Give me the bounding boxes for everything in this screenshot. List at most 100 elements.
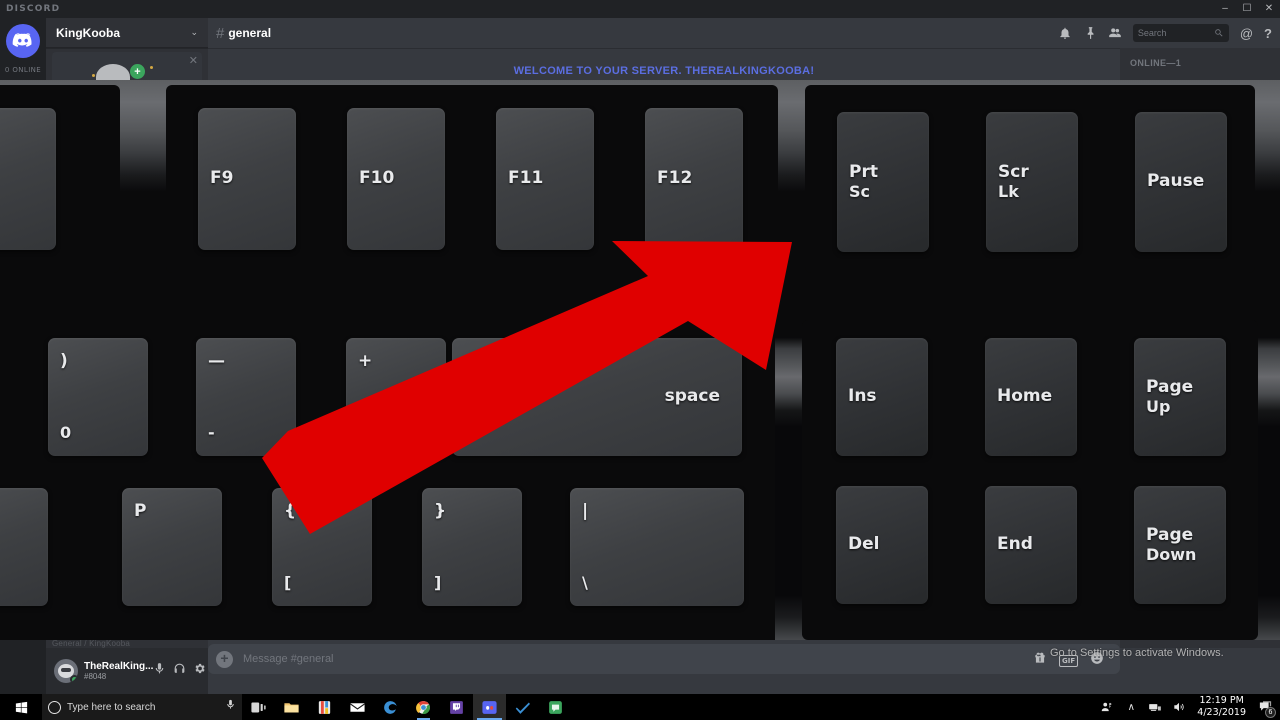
microsoft-store-icon[interactable]	[308, 694, 341, 720]
guild-header[interactable]: KingKooba ⌄	[46, 18, 208, 48]
search-icon	[1215, 29, 1223, 37]
system-tray: ∧ 12:19 PM 4/23/2019 6	[1095, 694, 1280, 720]
key-label: F12	[657, 168, 693, 189]
network-icon[interactable]	[1143, 694, 1167, 720]
maximize-button[interactable]: ☐	[1236, 0, 1258, 18]
minimize-button[interactable]: –	[1214, 0, 1236, 18]
key-sublabel: -	[208, 422, 215, 442]
action-center-button[interactable]: 6	[1252, 694, 1278, 720]
key-label: F10	[359, 168, 395, 189]
user-panel: TheRealKing... #8048	[46, 648, 208, 694]
guild-name: KingKooba	[56, 25, 120, 40]
key-f11: F11	[496, 108, 594, 250]
breadcrumb: General / KingKooba	[52, 639, 131, 648]
mentions-icon[interactable]: @	[1240, 26, 1253, 41]
pin-icon[interactable]	[1083, 26, 1097, 40]
help-icon[interactable]: ?	[1264, 26, 1272, 41]
message-input[interactable]: + Message #general	[208, 644, 1120, 674]
key-sym: | \	[570, 488, 744, 606]
key-page-down: Page Down	[1134, 486, 1226, 604]
key-o: O	[0, 488, 48, 606]
microphone-icon[interactable]	[225, 698, 236, 716]
key-sublabel: Sc	[849, 181, 871, 201]
discord-icon[interactable]	[473, 694, 506, 720]
start-button[interactable]	[0, 694, 42, 720]
key-label: Home	[997, 386, 1053, 407]
username: TheRealKing...	[84, 660, 154, 672]
key-label: Pause	[1147, 171, 1205, 192]
key-sublabel: Up	[1146, 396, 1171, 416]
mail-icon[interactable]	[341, 694, 374, 720]
twitch-icon[interactable]	[440, 694, 473, 720]
user-settings-gear-icon[interactable]	[193, 662, 206, 680]
promo-sparkle-icon	[92, 74, 95, 77]
hash-icon: #	[216, 24, 225, 42]
key-end: End	[985, 486, 1077, 604]
key-sublabel: ]	[434, 572, 442, 592]
channel-header-actions: Search @ ?	[1058, 24, 1272, 42]
key-label: P	[134, 501, 147, 521]
key-label: space	[664, 386, 720, 407]
window-titlebar: DISCORD – ☐ ✕	[0, 0, 1280, 18]
key-sublabel: 0	[60, 422, 72, 442]
people-icon[interactable]	[1095, 694, 1119, 720]
discord-home-icon[interactable]	[6, 24, 40, 58]
window-controls: – ☐ ✕	[1214, 0, 1280, 18]
key-f12: F12	[645, 108, 743, 250]
add-attachment-icon[interactable]: +	[216, 650, 233, 668]
clock-time: 12:19 PM	[1199, 695, 1244, 707]
key-sublabel: Lk	[998, 181, 1019, 201]
windows-logo-icon	[15, 701, 27, 713]
key-sublabel: =	[358, 422, 372, 442]
edge-icon[interactable]	[374, 694, 407, 720]
member-list-heading: ONLINE—1	[1130, 58, 1182, 68]
rail-online-status: 0 ONLINE	[4, 66, 42, 74]
message-composer: + Message #general GIF	[208, 644, 1120, 674]
key-p: P	[122, 488, 222, 606]
key-label: )	[60, 351, 68, 371]
discord-wordmark: DISCORD	[6, 4, 61, 14]
messaging-app-icon[interactable]	[539, 694, 572, 720]
key-label: |	[582, 501, 589, 521]
windows-taskbar: Type here to search ∧ 12:19 PM 4/23/2019…	[0, 694, 1280, 720]
deafen-headphones-icon[interactable]	[173, 662, 186, 680]
notification-badge: 6	[1265, 707, 1276, 718]
key-label: Del	[848, 534, 880, 555]
user-meta: TheRealKing... #8048	[84, 661, 153, 682]
gift-icon[interactable]	[1033, 651, 1047, 670]
show-hidden-icons-chevron[interactable]: ∧	[1119, 694, 1143, 720]
key-label: {	[284, 501, 297, 521]
keyboard-photo-overlay: F8 F9 F10 F11 F12 PrtSc ScrLk Pause Ins Home Pag…	[0, 80, 1280, 640]
mute-microphone-icon[interactable]	[153, 662, 166, 680]
key-label: Ins	[848, 386, 877, 407]
promo-close-icon[interactable]: ✕	[189, 54, 198, 67]
bell-icon[interactable]	[1058, 26, 1072, 40]
key-ins: Ins	[836, 338, 928, 456]
screen-root: DISCORD – ☐ ✕ 0 ONLINE KingKooba ⌄ ✕ + #…	[0, 0, 1280, 720]
channel-name: general	[228, 26, 272, 40]
task-view-icon[interactable]	[242, 694, 275, 720]
close-button[interactable]: ✕	[1258, 0, 1280, 18]
key-label: F11	[508, 168, 544, 189]
volume-icon[interactable]	[1167, 694, 1191, 720]
channel-header: # general Search @ ?	[208, 18, 1280, 48]
checkmark-app-icon[interactable]	[506, 694, 539, 720]
taskbar-search-box[interactable]: Type here to search	[42, 694, 242, 720]
key-label: Prt	[849, 162, 878, 183]
file-explorer-icon[interactable]	[275, 694, 308, 720]
search-input[interactable]: Search	[1132, 24, 1229, 42]
key-page-up: Page Up	[1134, 338, 1226, 456]
cortana-icon	[48, 700, 61, 714]
avatar[interactable]	[54, 659, 78, 683]
taskbar-clock[interactable]: 12:19 PM 4/23/2019	[1191, 695, 1252, 719]
key-label: —	[208, 351, 225, 371]
key-home: Home	[985, 338, 1077, 456]
members-icon[interactable]	[1108, 26, 1122, 40]
key-pause: Pause	[1135, 112, 1227, 252]
key-label: }	[434, 501, 447, 521]
key-backspace: space	[452, 338, 742, 456]
key-sym: {[	[272, 488, 372, 606]
add-icon[interactable]: +	[130, 64, 145, 79]
chrome-icon[interactable]	[407, 694, 440, 720]
chevron-down-icon: ⌄	[190, 27, 198, 37]
